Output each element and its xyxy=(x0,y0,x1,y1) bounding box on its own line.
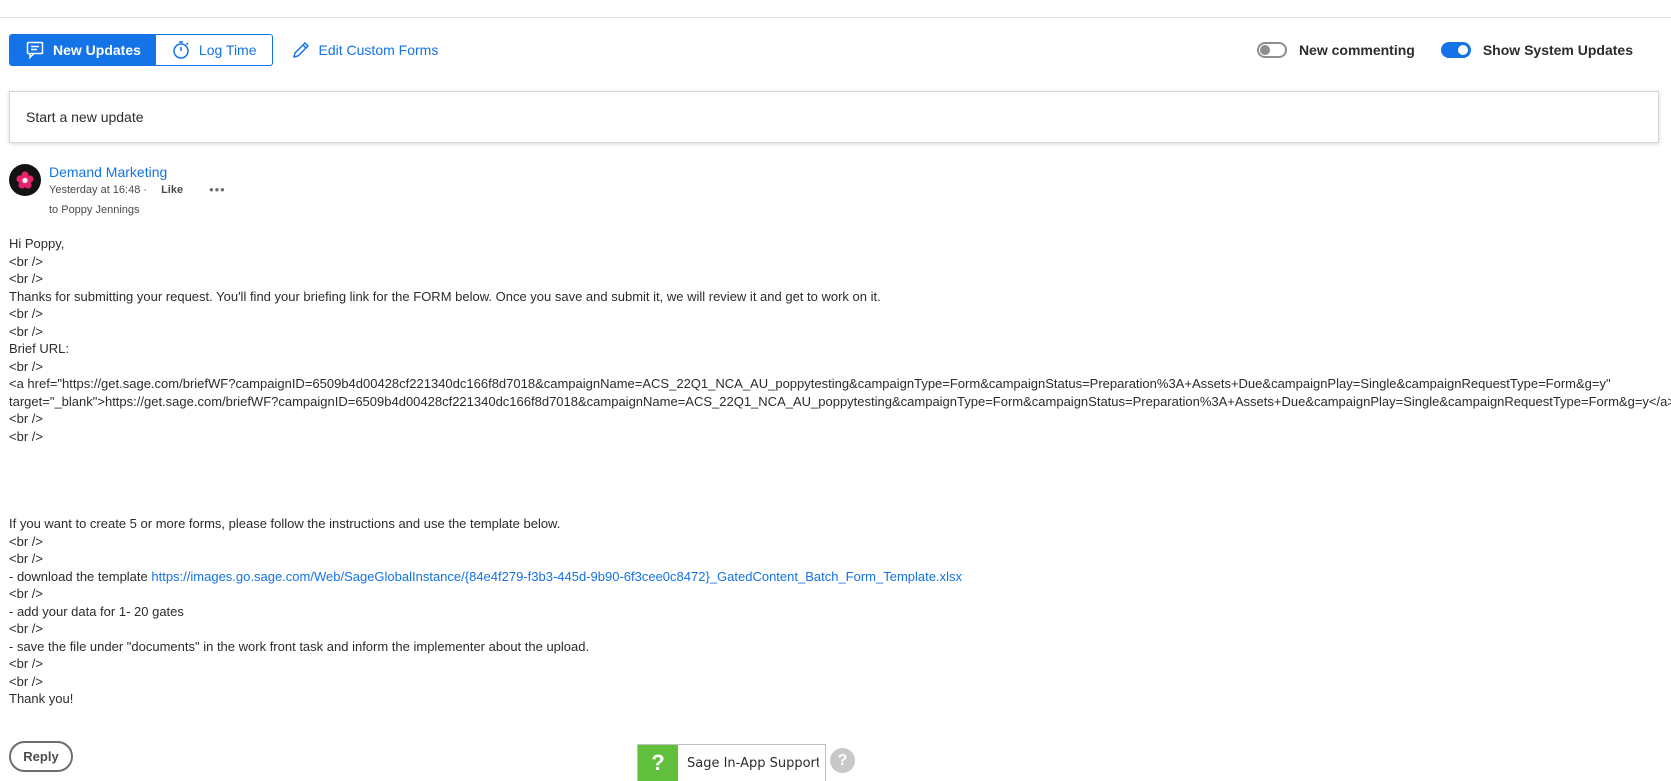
pencil-icon xyxy=(292,41,309,59)
new-commenting-toggle[interactable] xyxy=(1256,42,1287,58)
body-line: target="_blank">https://get.sage.com/bri… xyxy=(9,393,1671,409)
body-line: <br /> xyxy=(9,253,43,269)
like-button[interactable]: Like xyxy=(161,184,183,196)
flower-logo-icon xyxy=(16,171,34,189)
edit-custom-forms-button[interactable]: Edit Custom Forms xyxy=(291,40,439,60)
body-line: - add your data for 1- 20 gates xyxy=(9,603,184,619)
body-line: <br /> xyxy=(9,411,43,426)
body-line: - save the file under "documents" in the… xyxy=(9,638,590,654)
feed-toggles: New commenting Show System Updates xyxy=(1256,36,1633,64)
new-updates-label: New Updates xyxy=(53,42,141,58)
reply-button[interactable]: Reply xyxy=(9,741,73,772)
help-icon[interactable]: ? xyxy=(830,748,855,773)
body-line: <br /> xyxy=(9,271,43,286)
body-line: <br /> xyxy=(9,358,43,374)
show-system-updates-toggle-group: Show System Updates xyxy=(1440,42,1633,58)
body-line: <br /> xyxy=(9,673,43,689)
body-line: Thanks for submitting your request. You'… xyxy=(9,288,881,304)
sage-support-widget[interactable]: ? Sage In-App Support xyxy=(637,744,826,781)
body-line: <br /> xyxy=(9,656,43,671)
log-time-tab[interactable]: Log Time xyxy=(156,35,272,65)
new-update-input[interactable]: Start a new update xyxy=(9,91,1659,143)
view-segmented-control: New Updates Log Time xyxy=(9,34,273,66)
post-recipient: to Poppy Jennings xyxy=(49,204,140,216)
avatar[interactable] xyxy=(9,164,41,196)
body-line: Thank you! xyxy=(9,691,74,706)
post-author[interactable]: Demand Marketing xyxy=(49,164,167,180)
show-system-updates-label: Show System Updates xyxy=(1482,42,1633,58)
body-line: - download the template https://images.g… xyxy=(9,568,1659,586)
new-updates-tab[interactable]: New Updates xyxy=(10,35,156,65)
new-commenting-label: New commenting xyxy=(1298,42,1415,58)
body-line: <br /> xyxy=(9,551,43,566)
body-line: If you want to create 5 or more forms, p… xyxy=(9,516,561,531)
body-line: Brief URL: xyxy=(9,341,69,356)
post-meta: Yesterday at 16:48 · Like ••• xyxy=(49,183,226,196)
question-mark-icon: ? xyxy=(638,744,678,781)
stopwatch-icon xyxy=(173,41,189,59)
comment-icon xyxy=(26,41,44,60)
body-line: <a href="https://get.sage.com/briefWF?ca… xyxy=(9,376,1611,391)
body-line: Hi Poppy, xyxy=(9,236,65,251)
post-body: Hi Poppy, <br /> <br /> Thanks for submi… xyxy=(9,235,1671,708)
post-timestamp: Yesterday at 16:48 · xyxy=(49,184,148,196)
new-commenting-toggle-group: New commenting xyxy=(1256,42,1415,58)
edit-custom-forms-label: Edit Custom Forms xyxy=(318,42,439,58)
new-update-placeholder: Start a new update xyxy=(26,109,144,125)
support-label: Sage In-App Support xyxy=(687,755,819,771)
body-line: <br /> xyxy=(9,306,43,321)
body-line: <br /> xyxy=(9,533,43,549)
body-line: <br /> xyxy=(9,428,43,444)
show-system-updates-toggle[interactable] xyxy=(1440,42,1471,58)
template-prefix: - download the template xyxy=(9,568,152,584)
body-line: <br /> xyxy=(9,586,43,601)
body-line: <br /> xyxy=(9,621,43,636)
body-line: <br /> xyxy=(9,323,43,339)
template-download-link[interactable]: https://images.go.sage.com/Web/SageGloba… xyxy=(151,569,962,584)
log-time-label: Log Time xyxy=(198,42,257,58)
top-divider xyxy=(0,17,1671,18)
more-options-icon[interactable]: ••• xyxy=(209,183,226,196)
updates-toolbar: New Updates Log Time Edit Custom Forms xyxy=(9,34,438,66)
